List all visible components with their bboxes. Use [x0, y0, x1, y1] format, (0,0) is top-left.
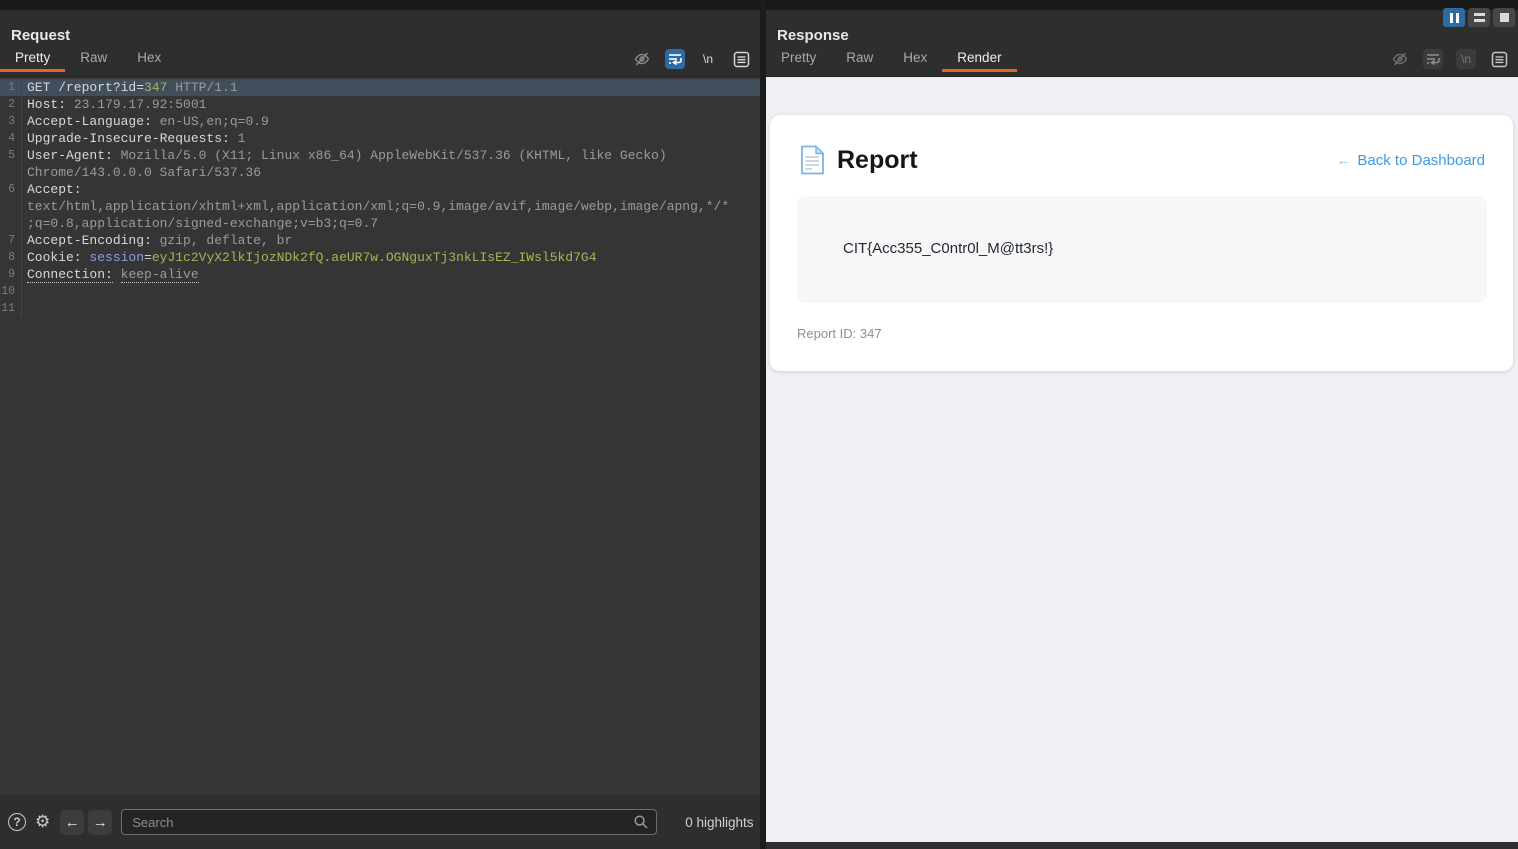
- report-card: Report ← Back to Dashboard CIT{Acc355_C0…: [770, 115, 1513, 371]
- request-panel: Request Pretty Raw Hex \n 1 GET /report?…: [0, 10, 760, 849]
- highlights-count: 0 highlights: [685, 814, 754, 830]
- render-view: Report ← Back to Dashboard CIT{Acc355_C0…: [766, 77, 1518, 842]
- request-line-6[interactable]: 6 Accept:: [0, 181, 760, 198]
- request-line-wrap-8[interactable]: ;q=0.8,application/signed-exchange;v=b3;…: [0, 215, 760, 232]
- editor-menu-icon[interactable]: [731, 49, 751, 69]
- response-tab-render[interactable]: Render: [942, 46, 1017, 72]
- request-line-1[interactable]: 1 GET /report?id=347 HTTP/1.1: [0, 79, 760, 96]
- request-editor[interactable]: 1 GET /report?id=347 HTTP/1.1 2 Host: 23.17…: [0, 77, 760, 795]
- line-number: [0, 198, 22, 215]
- page-title: Report: [837, 145, 918, 174]
- line-number: 1: [0, 79, 22, 96]
- request-tabbar: Pretty Raw Hex \n: [0, 46, 760, 72]
- request-search-bar: ? ⚙ ← → 0 highlights: [0, 795, 760, 849]
- request-line-5[interactable]: 5 User-Agent: Mozilla/5.0 (X11; Linux x86…: [0, 147, 760, 164]
- response-tab-raw[interactable]: Raw: [831, 46, 888, 72]
- request-tab-hex[interactable]: Hex: [122, 46, 176, 72]
- request-tab-pretty[interactable]: Pretty: [0, 46, 66, 72]
- rows-layout-icon[interactable]: [1468, 8, 1490, 27]
- line-number: 9: [0, 266, 22, 283]
- word-wrap-icon[interactable]: [1423, 49, 1443, 69]
- request-line-7[interactable]: 7 Accept-Encoding: gzip, deflate, br: [0, 232, 760, 249]
- line-number: 8: [0, 249, 22, 266]
- request-line-wrap-7[interactable]: text/html,application/xhtml+xml,applicat…: [0, 198, 760, 215]
- back-to-dashboard-link[interactable]: ← Back to Dashboard: [1336, 152, 1485, 169]
- report-card-header: Report ← Back to Dashboard: [800, 143, 1485, 177]
- line-number: 10: [0, 283, 22, 300]
- request-line-3[interactable]: 3 Accept-Language: en-US,en;q=0.9: [0, 113, 760, 130]
- line-number: 11: [0, 300, 22, 317]
- single-layout-icon[interactable]: [1493, 8, 1515, 27]
- report-id: Report ID: 347: [797, 326, 882, 341]
- line-number: [0, 215, 22, 232]
- response-header: Response Pretty Raw Hex Render \n: [766, 10, 1518, 77]
- request-tab-raw[interactable]: Raw: [65, 46, 122, 72]
- line-number: 5: [0, 147, 22, 164]
- line-number: 3: [0, 113, 22, 130]
- search-input[interactable]: [121, 809, 658, 835]
- line-number: 2: [0, 96, 22, 113]
- request-title: Request: [11, 27, 71, 44]
- line-number: 6: [0, 181, 22, 198]
- newline-chars-icon[interactable]: \n: [1456, 49, 1476, 69]
- word-wrap-icon[interactable]: [665, 49, 685, 69]
- request-line-4[interactable]: 4 Upgrade-Insecure-Requests: 1: [0, 130, 760, 147]
- request-line-11[interactable]: 11: [0, 300, 760, 317]
- request-line-8[interactable]: 8 Cookie: session=eyJ1c2VyX2lkIjozNDk2fQ.…: [0, 249, 760, 266]
- help-icon[interactable]: ?: [8, 813, 26, 831]
- flag-text: CIT{Acc355_C0ntr0l_M@tt3rs!}: [843, 240, 1054, 257]
- line-number: [0, 164, 22, 181]
- search-icon: [633, 814, 649, 830]
- request-header: Request Pretty Raw Hex \n: [0, 10, 760, 77]
- report-content-box: CIT{Acc355_C0ntr0l_M@tt3rs!}: [797, 196, 1487, 303]
- line-number: 4: [0, 130, 22, 147]
- hide-nonprinting-icon[interactable]: [632, 49, 652, 69]
- newline-chars-icon[interactable]: \n: [698, 49, 718, 69]
- response-title: Response: [777, 27, 849, 44]
- request-toolbar: \n: [632, 46, 760, 72]
- document-icon: [800, 145, 825, 175]
- hide-nonprinting-icon[interactable]: [1390, 49, 1410, 69]
- columns-layout-icon[interactable]: [1443, 8, 1465, 27]
- response-panel: Response Pretty Raw Hex Render \n Report…: [766, 10, 1518, 849]
- response-tabbar: Pretty Raw Hex Render \n: [766, 46, 1518, 72]
- gear-icon[interactable]: ⚙: [35, 813, 50, 831]
- request-line-wrap-5[interactable]: Chrome/143.0.0.0 Safari/537.36: [0, 164, 760, 181]
- request-line-2[interactable]: 2 Host: 23.179.17.92:5001: [0, 96, 760, 113]
- response-toolbar: \n: [1390, 46, 1518, 72]
- request-line-9[interactable]: 9 Connection: keep-alive: [0, 266, 760, 283]
- line-number: 7: [0, 232, 22, 249]
- search-prev-button[interactable]: ←: [60, 809, 85, 835]
- editor-menu-icon[interactable]: [1489, 49, 1509, 69]
- request-line-10[interactable]: 10: [0, 283, 760, 300]
- response-tab-pretty[interactable]: Pretty: [766, 46, 831, 72]
- search-next-button[interactable]: →: [88, 809, 113, 835]
- back-arrow-icon: ←: [1336, 152, 1351, 168]
- layout-controls: [1443, 8, 1515, 27]
- response-tab-hex[interactable]: Hex: [888, 46, 942, 72]
